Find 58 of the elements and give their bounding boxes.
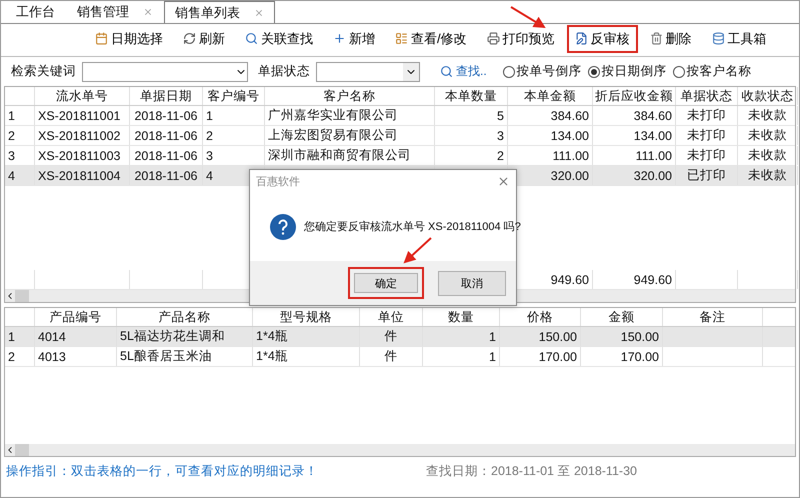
date-range: 查找日期：2018-11-01 至 2018-11-30 [426,463,637,480]
table-cell: 2 [203,126,265,145]
table-cell: 2018-11-06 [130,166,203,185]
table-cell: 134.00 [593,126,676,145]
table-cell: XS-201811004 [35,166,130,185]
table-cell: 384.60 [508,106,593,125]
table-cell: XS-201811003 [35,146,130,165]
table-cell: 上海宏图贸易有限公司 [265,126,435,145]
table-cell: 2 [435,146,508,165]
row-number: 3 [5,146,35,165]
table-cell: 4013 [35,347,117,366]
table-cell: 件 [360,327,423,346]
table-cell: 3 [203,146,265,165]
table-cell: 未收款 [738,166,798,185]
dialog-message: 您确定要反审核流水单号 XS-201811004 吗? [304,220,521,234]
table-cell: 320.00 [593,166,676,185]
table-cell: 1*4瓶 [253,347,360,366]
table-cell: 未收款 [738,106,798,125]
total-cell: 949.60 [593,270,676,289]
table-cell: 深圳市融和商贸有限公司 [265,146,435,165]
table-cell: 1 [423,347,500,366]
table-cell: 未打印 [676,126,738,145]
table-cell: 2018-11-06 [130,106,203,125]
table-cell: 4014 [35,327,117,346]
table-cell: 未收款 [738,146,798,165]
table-cell: 件 [360,347,423,366]
table-cell: 2018-11-06 [130,126,203,145]
table-cell: 1 [423,327,500,346]
table-cell: 已打印 [676,166,738,185]
table-cell: XS-201811002 [35,126,130,145]
table-cell: 未收款 [738,126,798,145]
table-cell: 3 [435,126,508,145]
table-cell: 未打印 [676,146,738,165]
table-cell: 5L酿香居玉米油 [117,347,253,366]
row-number: 1 [5,327,35,346]
table-cell: 150.00 [581,327,663,346]
table-cell: 5 [435,106,508,125]
table-cell: 111.00 [508,146,593,165]
table-cell: 150.00 [500,327,581,346]
table-cell: 1*4瓶 [253,327,360,346]
table-cell: 170.00 [581,347,663,366]
row-number: 4 [5,166,35,185]
table-cell: 1 [203,106,265,125]
field-label: 检索关键词 [11,63,76,80]
table-cell: 170.00 [500,347,581,366]
table-cell: 5L福达坊花生调和 [117,327,253,346]
row-number: 1 [5,106,35,125]
table-cell: 134.00 [508,126,593,145]
table-cell: 111.00 [593,146,676,165]
field-label: 单据状态 [258,63,310,80]
row-number: 2 [5,126,35,145]
table-cell: 广州嘉华实业有限公司 [265,106,435,125]
status-hint: 操作指引：双击表格的一行，可查看对应的明细记录！ [6,463,318,480]
row-number: 2 [5,347,35,366]
table-cell: XS-201811001 [35,106,130,125]
table-cell: 384.60 [593,106,676,125]
table-cell: 2018-11-06 [130,146,203,165]
table-cell: 未打印 [676,106,738,125]
